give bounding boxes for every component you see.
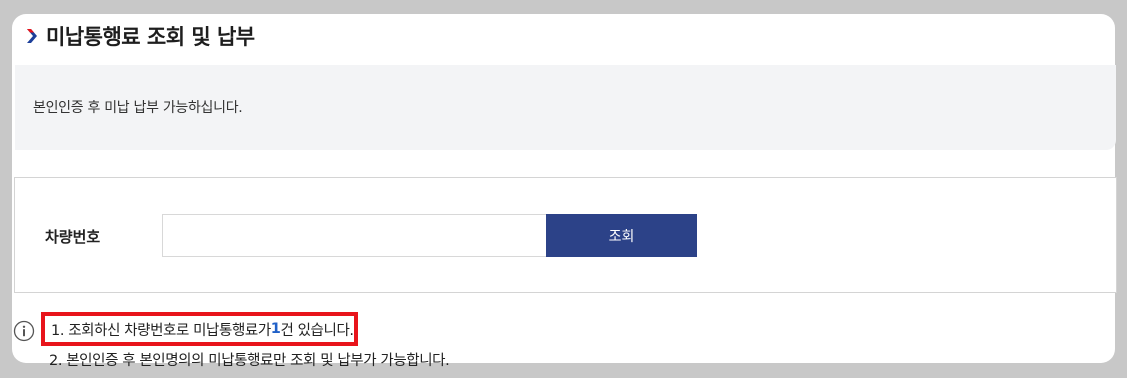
result-count: 1 [270,321,281,337]
result-suffix: 건 있습니다. [280,322,354,339]
vehicle-search-form: 차량번호 조회 [14,177,1117,293]
vehicle-number-input[interactable] [162,214,547,257]
notice-text: 본인인증 후 미납 납부 가능하십니다. [33,100,243,116]
search-button[interactable]: 조회 [546,214,697,257]
page-title-text: 미납통행료 조회 및 납부 [46,25,255,49]
result-message: 1. 조회하신 차량번호로 미납통행료가 1건 있습니다. [41,312,358,346]
chevron-right-icon [25,27,39,45]
result-prefix: 1. 조회하신 차량번호로 미납통행료가 [51,322,271,339]
page-title: 미납통행료 조회 및 납부 [25,20,255,52]
notice-box: 본인인증 후 미납 납부 가능하십니다. [15,65,1116,150]
info-icon [13,320,35,342]
notice-line-2: 2. 본인인증 후 본인명의의 미납통행료만 조회 및 납부가 가능합니다. [49,353,450,369]
vehicle-number-label: 차량번호 [45,228,101,246]
